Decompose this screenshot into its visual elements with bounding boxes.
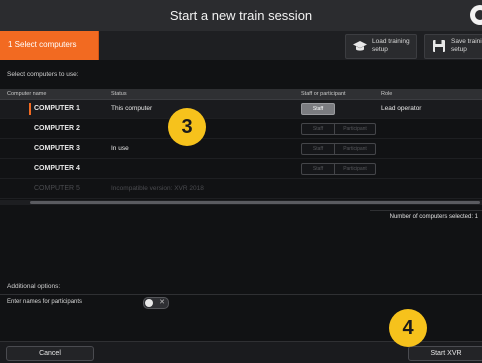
staff-participant-toggle: Staff Participant (301, 123, 376, 135)
window-title: Start a new train session (169, 8, 313, 23)
floppy-disk-icon (433, 40, 445, 52)
computer-status: In use (111, 145, 129, 152)
computer-role[interactable]: Lead operator (381, 105, 421, 112)
participant-option[interactable]: Participant (335, 143, 376, 155)
computer-name: COMPUTER 4 (34, 165, 80, 172)
staff-participant-toggle: Staff Participant (301, 143, 376, 155)
computer-status: Incompatible version: XVR 2018 (111, 185, 204, 192)
computer-name: COMPUTER 1 (34, 105, 80, 112)
selection-indicator (29, 103, 31, 115)
staff-option[interactable]: Staff (301, 143, 335, 155)
col-staff-or-participant: Staff or participant (301, 91, 346, 97)
participant-option[interactable]: Participant (335, 163, 376, 175)
table-row[interactable]: COMPUTER 4 Staff Participant (0, 160, 482, 179)
col-role: Role (381, 91, 393, 97)
staff-participant-toggle: Staff Participant (301, 163, 376, 175)
divider (0, 294, 482, 295)
additional-options-heading: Additional options: (7, 283, 61, 290)
table-row[interactable]: COMPUTER 3 In use Staff Participant (0, 140, 482, 159)
start-xvr-button[interactable]: Start XVR (408, 346, 482, 361)
selected-count-text: Number of computers selected: 1 (389, 214, 478, 220)
computer-name: COMPUTER 5 (34, 185, 80, 192)
enter-names-label: Enter names for participants (7, 299, 83, 305)
save-label: Save training setup (451, 38, 482, 53)
staff-toggle-button[interactable]: Staff (301, 103, 335, 115)
participant-option[interactable]: Participant (335, 123, 376, 135)
load-label: Load training setup (372, 38, 410, 53)
staff-option[interactable]: Staff (301, 123, 335, 135)
tab-select-computers[interactable]: 1 Select computers (0, 31, 99, 60)
toggle-knob (145, 299, 153, 307)
col-status: Status (111, 91, 127, 97)
callout-badge-4: 4 (389, 309, 427, 347)
table-row: COMPUTER 5 Incompatible version: XVR 201… (0, 180, 482, 199)
enter-names-toggle[interactable]: ✕ (143, 297, 169, 309)
save-training-setup-button[interactable]: Save training setup (424, 34, 482, 59)
select-computers-heading: Select computers to use: (7, 71, 79, 78)
table-row[interactable]: COMPUTER 1 This computer Staff Lead oper… (0, 100, 482, 119)
close-x-icon: ✕ (159, 299, 165, 306)
tab-label: 1 Select computers (8, 40, 77, 49)
toolbar: 1 Select computers Load training setup S… (0, 31, 482, 60)
callout-badge-3: 3 (168, 108, 206, 146)
horizontal-scrollbar-thumb[interactable] (30, 201, 480, 204)
computer-name: COMPUTER 3 (34, 145, 80, 152)
title-bar: Start a new train session (0, 0, 482, 32)
graduation-cap-icon (353, 41, 367, 51)
table-row[interactable]: COMPUTER 2 Staff Participant (0, 120, 482, 139)
load-training-setup-button[interactable]: Load training setup (345, 34, 417, 59)
staff-option[interactable]: Staff (301, 163, 335, 175)
table-header: Computer name Status Staff or participan… (0, 89, 482, 100)
computer-status: This computer (111, 105, 153, 112)
col-computer-name: Computer name (7, 91, 47, 97)
selected-count: Number of computers selected: 1 (370, 210, 482, 223)
cancel-button[interactable]: Cancel (6, 346, 94, 361)
computer-name: COMPUTER 2 (34, 125, 80, 132)
